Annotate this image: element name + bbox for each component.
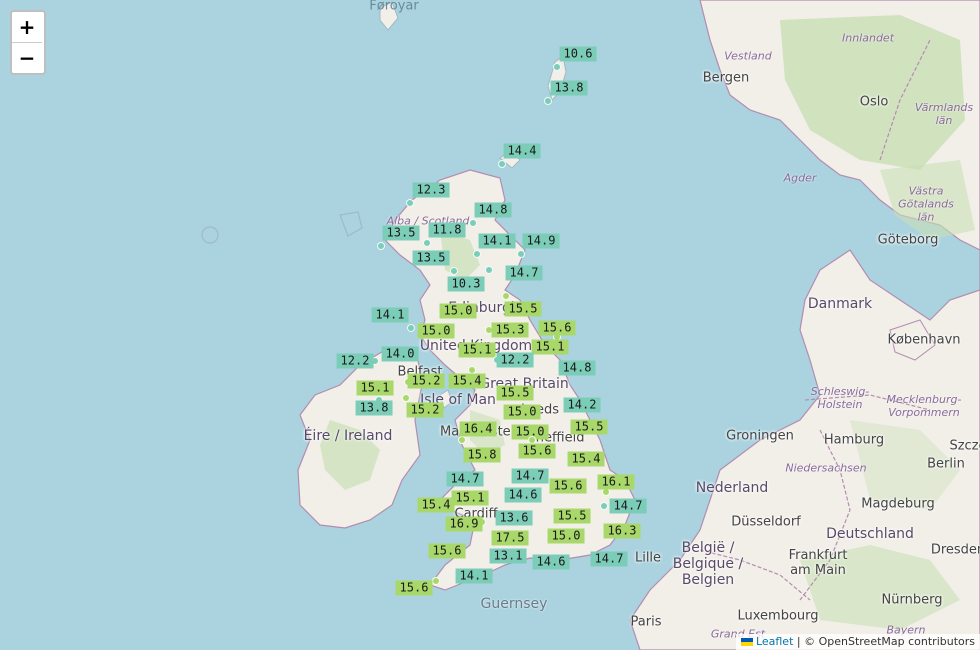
temperature-label[interactable]: 15.0 — [503, 404, 541, 420]
weather-station-marker[interactable] — [432, 577, 440, 585]
ukraine-flag-icon — [740, 638, 753, 646]
temperature-label[interactable]: 14.4 — [503, 143, 541, 159]
temperature-label[interactable]: 14.1 — [478, 233, 516, 249]
temperature-label[interactable]: 15.8 — [463, 447, 501, 463]
weather-station-marker[interactable] — [402, 394, 410, 402]
temperature-label[interactable]: 15.6 — [518, 443, 556, 459]
temperature-label[interactable]: 15.1 — [451, 490, 489, 506]
leaflet-link[interactable]: Leaflet — [756, 635, 793, 648]
temperature-label[interactable]: 15.6 — [395, 580, 433, 596]
zoom-in-button[interactable]: + — [12, 12, 42, 43]
temperature-label[interactable]: 15.4 — [417, 497, 455, 513]
weather-station-marker[interactable] — [502, 292, 510, 300]
temperature-label[interactable]: 15.5 — [553, 508, 591, 524]
attribution-bar: Leaflet | © OpenStreetMap contributors — [735, 634, 980, 650]
temperature-label[interactable]: 15.1 — [531, 339, 569, 355]
temperature-label[interactable]: 15.0 — [417, 323, 455, 339]
weather-station-marker[interactable] — [473, 250, 481, 258]
weather-station-marker[interactable] — [450, 267, 458, 275]
temperature-label[interactable]: 16.1 — [597, 474, 635, 490]
temperature-label[interactable]: 15.4 — [567, 451, 605, 467]
temperature-label[interactable]: 15.2 — [407, 373, 445, 389]
temperature-label[interactable]: 14.7 — [505, 265, 543, 281]
temperature-label[interactable]: 15.3 — [491, 322, 529, 338]
temperature-label[interactable]: 15.6 — [538, 320, 576, 336]
temperature-label[interactable]: 12.2 — [496, 352, 534, 368]
temperature-label[interactable]: 13.1 — [489, 548, 527, 564]
temperature-label[interactable]: 15.5 — [504, 301, 542, 317]
temperature-label[interactable]: 13.8 — [355, 400, 393, 416]
temperature-label[interactable]: 13.6 — [495, 510, 533, 526]
weather-station-marker[interactable] — [517, 250, 525, 258]
temperature-label[interactable]: 15.2 — [406, 402, 444, 418]
temperature-label[interactable]: 11.8 — [428, 222, 466, 238]
temperature-label[interactable]: 13.8 — [550, 80, 588, 96]
temperature-label[interactable]: 15.0 — [439, 303, 477, 319]
temperature-label[interactable]: 15.1 — [356, 380, 394, 396]
temperature-label[interactable]: 16.4 — [459, 421, 497, 437]
weather-station-marker[interactable] — [469, 219, 477, 227]
temperature-label[interactable]: 15.5 — [570, 419, 608, 435]
zoom-out-button[interactable]: − — [12, 43, 42, 73]
temperature-label[interactable]: 14.7 — [511, 468, 549, 484]
temperature-label[interactable]: 14.1 — [371, 307, 409, 323]
temperature-label[interactable]: 14.7 — [590, 551, 628, 567]
temperature-label[interactable]: 12.2 — [336, 353, 374, 369]
weather-station-marker[interactable] — [406, 199, 414, 207]
temperature-label[interactable]: 17.5 — [491, 530, 529, 546]
weather-station-marker[interactable] — [407, 324, 415, 332]
temperature-label[interactable]: 16.9 — [445, 516, 483, 532]
weather-station-marker[interactable] — [423, 239, 431, 247]
attribution-separator: | — [793, 635, 805, 648]
temperature-label[interactable]: 14.1 — [455, 568, 493, 584]
weather-station-marker[interactable] — [544, 97, 552, 105]
temperature-label[interactable]: 15.1 — [458, 342, 496, 358]
weather-station-marker[interactable] — [553, 63, 561, 71]
osm-credit: © OpenStreetMap contributors — [804, 635, 975, 648]
weather-station-marker[interactable] — [458, 436, 466, 444]
temperature-label[interactable]: 13.5 — [412, 250, 450, 266]
temperature-label[interactable]: 16.3 — [603, 523, 641, 539]
map-view[interactable]: Føroyar Bergen Vestland Innlandet Oslo V… — [0, 0, 980, 650]
temperature-label[interactable]: 15.6 — [428, 543, 466, 559]
temperature-label[interactable]: 14.2 — [563, 397, 601, 413]
temperature-label[interactable]: 15.0 — [547, 528, 585, 544]
temperature-label[interactable]: 13.5 — [382, 225, 420, 241]
weather-station-marker[interactable] — [485, 266, 493, 274]
weather-station-marker[interactable] — [498, 160, 506, 168]
weather-station-marker[interactable] — [377, 242, 385, 250]
weather-station-marker[interactable] — [600, 502, 608, 510]
temperature-label[interactable]: 15.5 — [496, 385, 534, 401]
temperature-label[interactable]: 14.7 — [609, 498, 647, 514]
temperature-label[interactable]: 14.8 — [474, 202, 512, 218]
temperature-label[interactable]: 14.8 — [558, 360, 596, 376]
temperature-label[interactable]: 14.6 — [504, 487, 542, 503]
temperature-label[interactable]: 15.6 — [549, 478, 587, 494]
temperature-label[interactable]: 14.9 — [522, 233, 560, 249]
temperature-label[interactable]: 14.7 — [446, 471, 484, 487]
temperature-label[interactable]: 15.4 — [448, 373, 486, 389]
temperature-label[interactable]: 14.6 — [532, 554, 570, 570]
zoom-control: + − — [10, 10, 46, 75]
temperature-label[interactable]: 14.0 — [381, 346, 419, 362]
temperature-label[interactable]: 10.6 — [559, 46, 597, 62]
temperature-label[interactable]: 10.3 — [447, 276, 485, 292]
temperature-label[interactable]: 12.3 — [412, 182, 450, 198]
